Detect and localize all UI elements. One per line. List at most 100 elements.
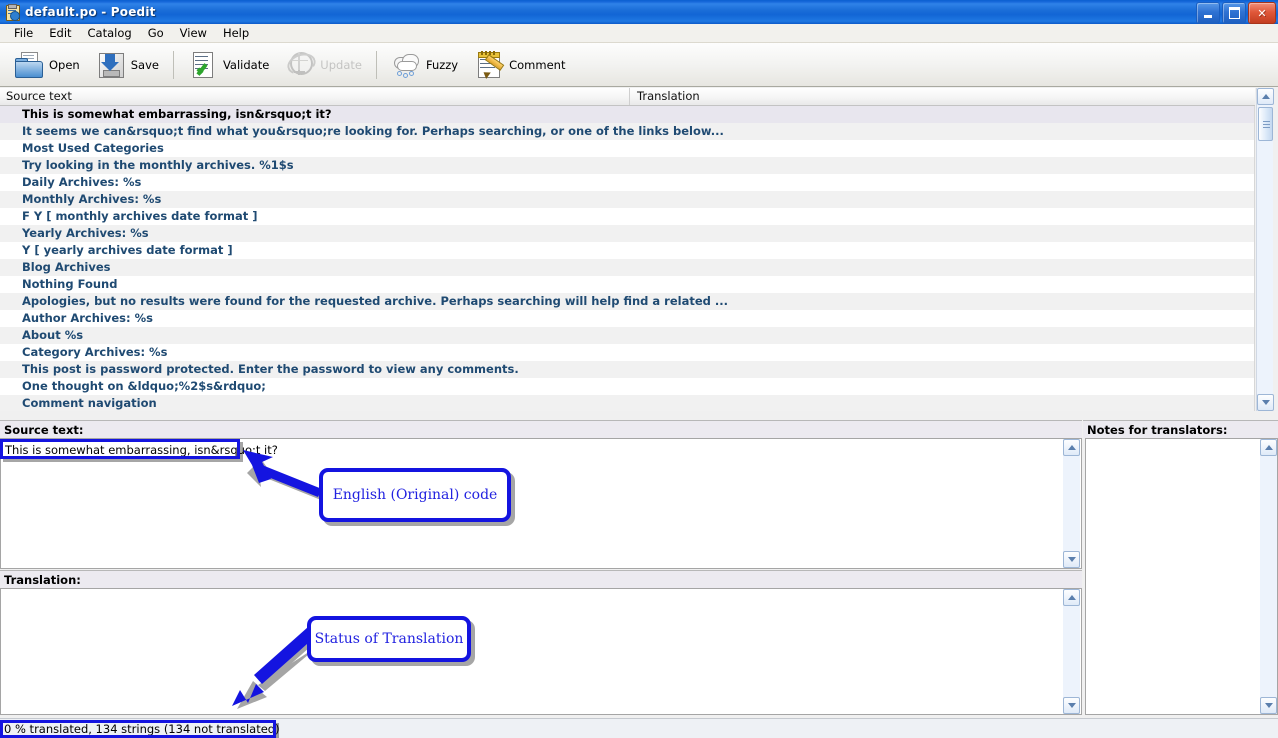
row-source-text: Daily Archives: %s [22, 175, 142, 189]
row-source-text: F Y [ monthly archives date format ] [22, 209, 258, 223]
table-row[interactable]: Nothing Found [0, 276, 1254, 293]
toolbar-fuzzy-button[interactable]: Fuzzy [383, 45, 466, 85]
toolbar-validate-label: Validate [222, 57, 270, 72]
callout-source-label: English (Original) code [319, 468, 511, 522]
toolbar-comment-button[interactable]: Comment [466, 45, 573, 85]
row-source-text: One thought on &ldquo;%2$s&rdquo; [22, 379, 266, 393]
catalog-list[interactable]: This is somewhat embarrassing, isn&rsquo… [0, 106, 1255, 411]
callout-source-text: English (Original) code [332, 487, 498, 503]
row-source-text: Nothing Found [22, 277, 118, 291]
table-row[interactable]: Blog Archives [0, 259, 1254, 276]
toolbar-open-label: Open [49, 57, 80, 72]
poedit-window: default.po - Poedit ✕ File Edit Catalog … [0, 0, 1278, 738]
translation-scrollbar[interactable] [1063, 589, 1080, 714]
notes-scroll-up-button[interactable] [1260, 439, 1277, 456]
fuzzy-clouds-icon [391, 50, 421, 80]
table-row[interactable]: Y [ yearly archives date format ] [0, 242, 1254, 259]
menu-item-edit[interactable]: Edit [41, 24, 79, 42]
menu-item-help[interactable]: Help [215, 24, 257, 42]
table-row[interactable]: Try looking in the monthly archives. %1$… [0, 157, 1254, 174]
translation-box[interactable] [0, 588, 1082, 715]
poedit-icon [4, 4, 20, 21]
window-controls: ✕ [1196, 2, 1276, 24]
row-source-text: Author Archives: %s [22, 311, 153, 325]
column-header-translation[interactable]: Translation [631, 88, 1255, 105]
notes-label: Notes for translators: [1083, 420, 1278, 438]
callout-status-label: Status of Translation [307, 616, 471, 662]
translation-scrollbar-track[interactable] [1063, 606, 1080, 697]
row-source-text: Y [ yearly archives date format ] [22, 243, 233, 257]
table-row[interactable]: Most Used Categories [0, 140, 1254, 157]
table-row[interactable]: One thought on &ldquo;%2$s&rdquo; [0, 378, 1254, 395]
notes-scrollbar-track[interactable] [1260, 456, 1277, 697]
scroll-up-button[interactable] [1257, 88, 1274, 105]
menu-item-view[interactable]: View [172, 24, 215, 42]
row-source-text: Monthly Archives: %s [22, 192, 162, 206]
row-source-text: Blog Archives [22, 260, 111, 274]
callout-status-text: Status of Translation [314, 631, 464, 647]
toolbar-separator [172, 50, 174, 79]
title-bar: default.po - Poedit ✕ [0, 0, 1278, 25]
minimize-button[interactable] [1196, 2, 1220, 24]
row-source-text: About %s [22, 328, 84, 342]
toolbar-comment-label: Comment [509, 57, 566, 72]
toolbar-separator-2 [375, 50, 377, 79]
row-source-text: This is somewhat embarrassing, isn&rsquo… [22, 107, 332, 121]
table-row[interactable]: F Y [ monthly archives date format ] [0, 208, 1254, 225]
table-row[interactable]: Apologies, but no results were found for… [0, 293, 1254, 310]
source-scroll-down-button[interactable] [1063, 551, 1080, 568]
row-source-text: Apologies, but no results were found for… [22, 294, 728, 308]
maximize-button[interactable] [1222, 2, 1246, 24]
source-text-label: Source text: [0, 420, 1082, 438]
table-row[interactable]: Yearly Archives: %s [0, 225, 1254, 242]
window-title: default.po - Poedit [25, 5, 156, 19]
toolbar-validate-button[interactable]: Validate [180, 45, 277, 85]
close-button[interactable]: ✕ [1248, 2, 1276, 24]
source-text-highlight-rect [0, 439, 240, 459]
table-row[interactable]: It seems we can&rsquo;t find what you&rs… [0, 123, 1254, 140]
table-row[interactable]: Category Archives: %s [0, 344, 1254, 361]
source-scroll-up-button[interactable] [1063, 439, 1080, 456]
column-header-source[interactable]: Source text [0, 88, 630, 105]
menu-item-go[interactable]: Go [140, 24, 172, 42]
notes-scrollbar[interactable] [1260, 439, 1277, 714]
toolbar-update-label: Update [320, 57, 362, 72]
update-globe-icon [284, 49, 319, 80]
translation-scroll-down-button[interactable] [1063, 697, 1080, 714]
comment-notepad-icon [474, 50, 505, 80]
toolbar-fuzzy-label: Fuzzy [425, 57, 459, 72]
toolbar-open-button[interactable]: Open [6, 45, 88, 85]
save-disk-icon [96, 50, 126, 80]
list-header: Source text Translation [0, 88, 1255, 106]
validate-check-icon [188, 50, 218, 80]
toolbar-save-label: Save [130, 57, 159, 72]
row-source-text: Comment navigation [22, 396, 157, 410]
translation-label: Translation: [0, 570, 1082, 588]
table-row[interactable]: Comment navigation [0, 395, 1254, 411]
translation-scroll-up-button[interactable] [1063, 589, 1080, 606]
scrollbar-thumb[interactable] [1258, 107, 1273, 141]
toolbar-save-button[interactable]: Save [88, 45, 167, 85]
toolbar-update-button[interactable]: Update [277, 45, 370, 85]
menu-item-catalog[interactable]: Catalog [80, 24, 140, 42]
table-row[interactable]: Daily Archives: %s [0, 174, 1254, 191]
open-folder-icon [14, 50, 44, 80]
table-row[interactable]: Monthly Archives: %s [0, 191, 1254, 208]
notes-scroll-down-button[interactable] [1260, 697, 1277, 714]
notes-box[interactable] [1085, 438, 1278, 715]
scrollbar-track[interactable] [1257, 105, 1273, 394]
table-row[interactable]: Author Archives: %s [0, 310, 1254, 327]
row-source-text: This post is password protected. Enter t… [22, 362, 519, 376]
row-source-text: Yearly Archives: %s [22, 226, 149, 240]
source-scrollbar-track[interactable] [1063, 456, 1080, 551]
catalog-list-scrollbar[interactable] [1256, 88, 1274, 411]
source-text-scrollbar[interactable] [1063, 439, 1080, 568]
row-source-text: It seems we can&rsquo;t find what you&rs… [22, 124, 724, 138]
toolbar: Open Save Validate Update Fuzzy Comment [0, 43, 1278, 87]
table-row[interactable]: This is somewhat embarrassing, isn&rsquo… [0, 106, 1254, 123]
menu-item-file[interactable]: File [6, 24, 41, 42]
table-row[interactable]: This post is password protected. Enter t… [0, 361, 1254, 378]
table-row[interactable]: About %s [0, 327, 1254, 344]
scroll-down-button[interactable] [1257, 394, 1274, 411]
menu-bar: File Edit Catalog Go View Help [0, 24, 1278, 43]
